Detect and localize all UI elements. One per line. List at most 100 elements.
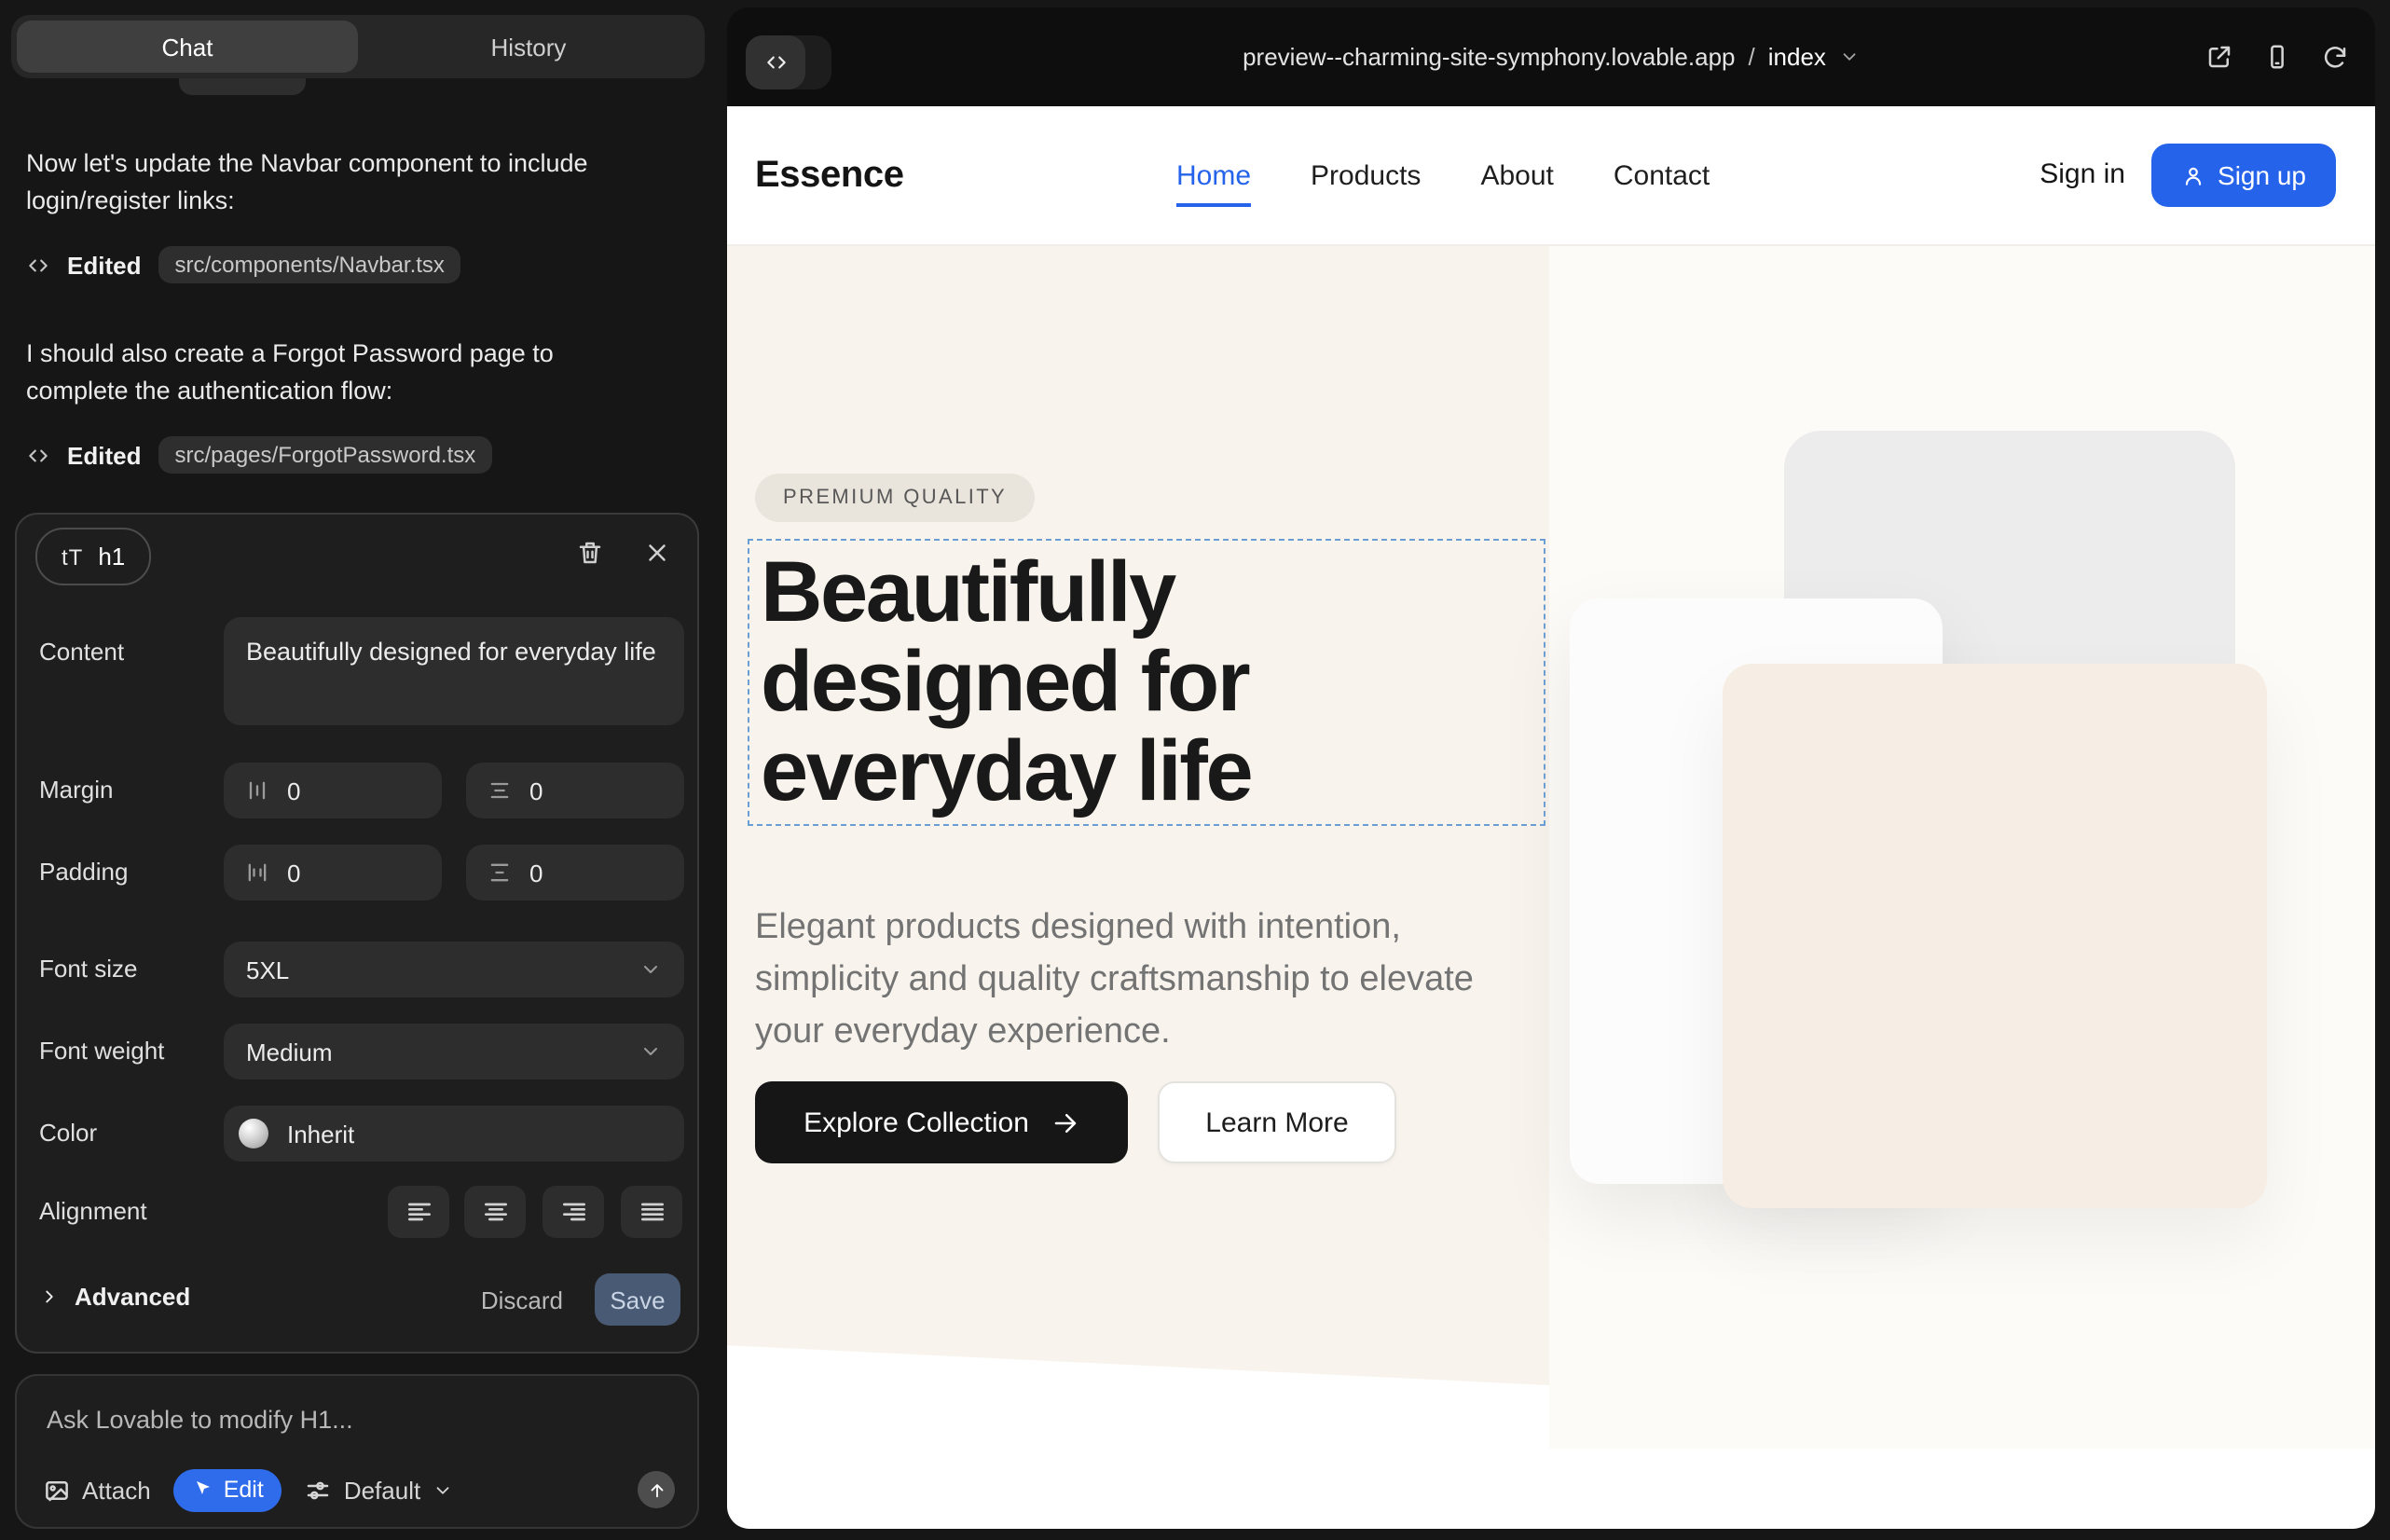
chevron-down-icon <box>639 958 662 981</box>
align-center-button[interactable] <box>464 1186 526 1238</box>
discard-button[interactable]: Discard <box>481 1286 563 1314</box>
preview-url: preview--charming-site-symphony.lovable.… <box>1243 43 1735 71</box>
advanced-toggle[interactable]: Advanced <box>39 1283 190 1311</box>
nav-link-products[interactable]: Products <box>1311 159 1421 191</box>
site-content: Essence Home Products About Contact Sign… <box>727 106 2375 1529</box>
font-size-select[interactable]: 5XL <box>224 942 684 997</box>
edited-file-row: Edited src/components/Navbar.tsx <box>26 244 461 285</box>
attach-label: Attach <box>82 1476 151 1504</box>
padding-label: Padding <box>39 858 128 886</box>
content-input[interactable]: Beautifully designed for everyday life <box>224 617 684 725</box>
mode-select[interactable]: Default <box>305 1476 452 1504</box>
content-label: Content <box>39 638 124 666</box>
chevron-down-icon <box>432 1479 452 1500</box>
nav-link-about[interactable]: About <box>1480 159 1553 191</box>
site-nav-links: Home Products About Contact <box>1176 106 1710 244</box>
composer-toolbar: Attach Edit Default <box>43 1465 675 1514</box>
chat-message: Now let's update the Navbar component to… <box>26 144 608 223</box>
hero-badge: PREMIUM QUALITY <box>755 474 1035 522</box>
decorative-card-beige <box>1723 664 2267 1208</box>
padding-horizontal-icon <box>487 859 513 886</box>
margin-vertical-input[interactable]: 0 <box>224 763 442 818</box>
code-view-button[interactable] <box>746 35 805 89</box>
typography-icon: tT <box>62 543 83 570</box>
url-page: index <box>1768 43 1826 71</box>
font-size-value: 5XL <box>246 956 289 983</box>
font-size-label: Font size <box>39 955 138 983</box>
open-external-icon[interactable] <box>2205 43 2233 71</box>
edit-label: Edit <box>224 1477 264 1503</box>
delete-element-button[interactable] <box>576 539 604 567</box>
refresh-icon[interactable] <box>2321 43 2349 71</box>
margin-horizontal-value: 0 <box>529 777 543 804</box>
person-icon <box>2180 163 2205 187</box>
padding-vertical-icon <box>244 859 270 886</box>
chevron-down-icon <box>639 1040 662 1063</box>
margin-label: Margin <box>39 776 114 804</box>
chrome-actions <box>2205 7 2349 106</box>
edit-mode-button[interactable]: Edit <box>173 1468 282 1511</box>
file-chip[interactable]: src/components/Navbar.tsx <box>158 246 460 283</box>
code-icon <box>26 253 50 277</box>
code-view-group <box>746 35 831 89</box>
site-navbar: Essence Home Products About Contact Sign… <box>727 106 2375 246</box>
padding-horizontal-value: 0 <box>529 859 543 887</box>
padding-horizontal-input[interactable]: 0 <box>466 845 684 901</box>
explore-collection-button[interactable]: Explore Collection <box>755 1081 1128 1163</box>
send-button[interactable] <box>638 1471 675 1508</box>
explore-collection-label: Explore Collection <box>804 1107 1029 1138</box>
align-justify-button[interactable] <box>621 1186 682 1238</box>
advanced-label: Advanced <box>75 1283 190 1311</box>
font-weight-label: Font weight <box>39 1037 164 1065</box>
chevron-right-icon <box>39 1286 60 1307</box>
select-cursor-icon <box>192 1478 214 1501</box>
site-logo[interactable]: Essence <box>755 106 904 244</box>
element-inspector-panel: tT h1 Content Beautifully designed for e… <box>15 513 699 1354</box>
color-value: Inherit <box>287 1120 354 1148</box>
margin-horizontal-input[interactable]: 0 <box>466 763 684 818</box>
padding-vertical-input[interactable]: 0 <box>224 845 442 901</box>
code-icon <box>26 443 50 467</box>
color-label: Color <box>39 1119 97 1147</box>
hero-heading[interactable]: Beautifully designed for everyday life <box>749 541 1469 816</box>
edited-file-row: Edited src/pages/ForgotPassword.tsx <box>26 434 492 475</box>
margin-vertical-icon <box>244 777 270 804</box>
font-weight-select[interactable]: Medium <box>224 1024 684 1079</box>
color-select[interactable]: Inherit <box>224 1106 684 1162</box>
alignment-label: Alignment <box>39 1197 147 1225</box>
hero-description: Elegant products designed with intention… <box>755 902 1527 1059</box>
nav-link-contact[interactable]: Contact <box>1614 159 1710 191</box>
align-right-button[interactable] <box>543 1186 604 1238</box>
sidebar-tabbar: Chat History <box>11 15 705 78</box>
edited-label: Edited <box>67 251 141 279</box>
url-separator: / <box>1749 43 1755 71</box>
close-inspector-button[interactable] <box>643 539 671 567</box>
element-tag-label: h1 <box>98 543 125 571</box>
padding-vertical-value: 0 <box>287 859 300 887</box>
sign-in-link[interactable]: Sign in <box>2040 106 2125 244</box>
tab-history[interactable]: History <box>358 21 699 73</box>
url-bar[interactable]: preview--charming-site-symphony.lovable.… <box>1243 7 1860 106</box>
tab-chat[interactable]: Chat <box>17 21 358 73</box>
chat-sidebar: Chat History Now let's update the Navbar… <box>0 0 727 1540</box>
sliders-icon <box>305 1476 333 1504</box>
sign-up-label: Sign up <box>2218 160 2306 190</box>
composer-input[interactable] <box>43 1395 666 1443</box>
font-weight-value: Medium <box>246 1038 333 1066</box>
chevron-down-icon <box>1839 47 1860 67</box>
image-icon <box>43 1476 71 1504</box>
selected-h1-outline[interactable]: Beautifully designed for everyday life <box>748 539 1545 826</box>
file-chip[interactable]: src/pages/ForgotPassword.tsx <box>158 436 492 474</box>
preview-window: preview--charming-site-symphony.lovable.… <box>727 7 2375 1529</box>
align-left-button[interactable] <box>388 1186 449 1238</box>
nav-link-home[interactable]: Home <box>1176 159 1251 191</box>
save-button[interactable]: Save <box>595 1273 680 1326</box>
attach-button[interactable]: Attach <box>43 1476 151 1504</box>
color-swatch <box>239 1119 268 1148</box>
sign-up-button[interactable]: Sign up <box>2150 144 2336 207</box>
mode-label: Default <box>344 1476 420 1504</box>
selected-element-pill[interactable]: tT h1 <box>35 528 151 585</box>
app-root: Chat History Now let's update the Navbar… <box>0 0 2390 1540</box>
mobile-view-icon[interactable] <box>2263 43 2291 71</box>
learn-more-button[interactable]: Learn More <box>1158 1081 1396 1163</box>
